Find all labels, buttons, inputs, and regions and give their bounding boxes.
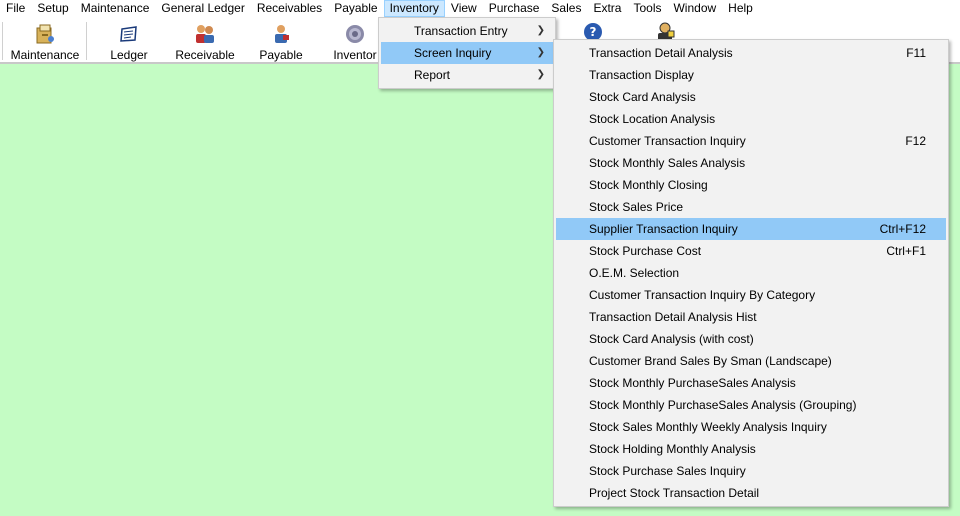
menu-general-ledger[interactable]: General Ledger: [155, 0, 250, 17]
menu-item-screen-inquiry[interactable]: Screen Inquiry ❯: [381, 42, 553, 64]
toolbar-maintenance-button[interactable]: Maintenance: [8, 19, 82, 62]
menu-bar: File Setup Maintenance General Ledger Re…: [0, 0, 960, 17]
toolbar-payable-label: Payable: [259, 48, 303, 62]
menu-item-label: Stock Monthly PurchaseSales Analysis: [589, 376, 796, 390]
menu-item-label: Stock Location Analysis: [589, 112, 716, 126]
menu-item-label: Stock Sales Monthly Weekly Analysis Inqu…: [589, 420, 827, 434]
menu-item-label: Stock Holding Monthly Analysis: [589, 442, 756, 456]
menu-item-label: Transaction Detail Analysis Hist: [589, 310, 757, 324]
menu-item-stock-monthly-purchasesales-analysis[interactable]: Stock Monthly PurchaseSales Analysis: [556, 372, 946, 394]
toolbar-separator: [2, 22, 3, 60]
toolbar-receivable-label: Receivable: [175, 48, 235, 62]
toolbar-separator: [86, 22, 87, 60]
menu-item-report[interactable]: Report ❯: [381, 64, 553, 86]
folder-cabinet-icon: [33, 22, 57, 46]
menu-item-transaction-detail-analysis-hist[interactable]: Transaction Detail Analysis Hist: [556, 306, 946, 328]
menu-item-stock-location-analysis[interactable]: Stock Location Analysis: [556, 108, 946, 130]
chevron-right-icon: ❯: [536, 47, 545, 58]
chevron-right-icon: ❯: [536, 69, 545, 80]
menu-item-shortcut: Ctrl+F12: [879, 222, 926, 236]
menu-receivables[interactable]: Receivables: [251, 0, 328, 17]
menu-extra[interactable]: Extra: [587, 0, 627, 17]
menu-file[interactable]: File: [0, 0, 31, 17]
menu-payable[interactable]: Payable: [328, 0, 383, 17]
menu-item-stock-sales-monthly-weekly-analysis-inquiry[interactable]: Stock Sales Monthly Weekly Analysis Inqu…: [556, 416, 946, 438]
menu-item-transaction-detail-analysis[interactable]: Transaction Detail Analysis F11: [556, 42, 946, 64]
menu-item-label: Customer Transaction Inquiry: [589, 134, 746, 148]
inventory-menu: Transaction Entry ❯ Screen Inquiry ❯ Rep…: [378, 17, 556, 89]
menu-item-label: Stock Card Analysis (with cost): [589, 332, 754, 346]
payee-person-icon: [269, 22, 293, 46]
menu-purchase[interactable]: Purchase: [483, 0, 546, 17]
menu-item-supplier-transaction-inquiry[interactable]: Supplier Transaction Inquiry Ctrl+F12: [556, 218, 946, 240]
screen-inquiry-menu: Transaction Detail Analysis F11 Transactio…: [553, 39, 949, 507]
menu-item-label: Screen Inquiry: [414, 46, 492, 60]
toolbar-maintenance-label: Maintenance: [10, 48, 80, 62]
menu-item-stock-card-analysis[interactable]: Stock Card Analysis: [556, 86, 946, 108]
toolbar-ledger-label: Ledger: [110, 48, 148, 62]
menu-item-label: O.E.M. Selection: [589, 266, 680, 280]
menu-item-stock-monthly-purchasesales-analysis-grouping[interactable]: Stock Monthly PurchaseSales Analysis (Gr…: [556, 394, 946, 416]
menu-view[interactable]: View: [445, 0, 483, 17]
menu-sales[interactable]: Sales: [545, 0, 587, 17]
menu-item-label: Stock Sales Price: [589, 200, 684, 214]
people-icon: [193, 22, 217, 46]
menu-item-label: Report: [414, 68, 451, 82]
toolbar-payable-button[interactable]: Payable: [252, 19, 310, 62]
menu-item-transaction-entry[interactable]: Transaction Entry ❯: [381, 20, 553, 42]
menu-item-shortcut: F12: [905, 134, 926, 148]
menu-item-customer-transaction-inquiry[interactable]: Customer Transaction Inquiry F12: [556, 130, 946, 152]
menu-item-shortcut: F11: [906, 46, 926, 60]
menu-setup[interactable]: Setup: [31, 0, 74, 17]
toolbar-ledger-button[interactable]: Ledger: [104, 19, 154, 62]
menu-item-label: Stock Monthly PurchaseSales Analysis (Gr…: [589, 398, 857, 412]
menu-item-stock-monthly-closing[interactable]: Stock Monthly Closing: [556, 174, 946, 196]
menu-item-label: Customer Transaction Inquiry By Category: [589, 288, 816, 302]
menu-item-stock-purchase-sales-inquiry[interactable]: Stock Purchase Sales Inquiry: [556, 460, 946, 482]
menu-item-customer-transaction-inquiry-by-category[interactable]: Customer Transaction Inquiry By Category: [556, 284, 946, 306]
toolbar-inventory-button[interactable]: Inventor: [330, 19, 380, 62]
menu-item-label: Transaction Display: [589, 68, 694, 82]
menu-item-transaction-display[interactable]: Transaction Display: [556, 64, 946, 86]
menu-item-label: Stock Monthly Closing: [589, 178, 708, 192]
menu-tools[interactable]: Tools: [627, 0, 667, 17]
toolbar-inventory-label: Inventor: [333, 48, 377, 62]
menu-inventory[interactable]: Inventory: [383, 0, 445, 17]
menu-item-label: Supplier Transaction Inquiry: [589, 222, 738, 236]
menu-window[interactable]: Window: [667, 0, 722, 17]
menu-item-stock-monthly-sales-analysis[interactable]: Stock Monthly Sales Analysis: [556, 152, 946, 174]
menu-item-stock-holding-monthly-analysis[interactable]: Stock Holding Monthly Analysis: [556, 438, 946, 460]
menu-item-label: Stock Card Analysis: [589, 90, 696, 104]
menu-item-label: Stock Purchase Sales Inquiry: [589, 464, 746, 478]
menu-item-stock-sales-price[interactable]: Stock Sales Price: [556, 196, 946, 218]
menu-item-label: Project Stock Transaction Detail: [589, 486, 760, 500]
menu-item-project-stock-transaction-detail[interactable]: Project Stock Transaction Detail: [556, 482, 946, 504]
ledger-book-icon: [117, 22, 141, 46]
menu-help[interactable]: Help: [722, 0, 759, 17]
svg-text:?: ?: [590, 25, 597, 39]
menu-item-o-e-m-selection[interactable]: O.E.M. Selection: [556, 262, 946, 284]
menu-item-label: Stock Monthly Sales Analysis: [589, 156, 746, 170]
toolbar-receivable-button[interactable]: Receivable: [170, 19, 240, 62]
chevron-right-icon: ❯: [536, 25, 545, 36]
menu-item-shortcut: Ctrl+F1: [886, 244, 926, 258]
gear-icon: [343, 22, 367, 46]
menu-maintenance[interactable]: Maintenance: [75, 0, 156, 17]
menu-item-stock-purchase-cost[interactable]: Stock Purchase Cost Ctrl+F1: [556, 240, 946, 262]
menu-item-label: Transaction Detail Analysis: [589, 46, 733, 60]
menu-item-label: Customer Brand Sales By Sman (Landscape): [589, 354, 832, 368]
menu-item-label: Transaction Entry: [414, 24, 508, 38]
menu-item-customer-brand-sales-by-sman-landscape[interactable]: Customer Brand Sales By Sman (Landscape): [556, 350, 946, 372]
menu-item-stock-card-analysis-with-cost[interactable]: Stock Card Analysis (with cost): [556, 328, 946, 350]
menu-item-label: Stock Purchase Cost: [589, 244, 702, 258]
